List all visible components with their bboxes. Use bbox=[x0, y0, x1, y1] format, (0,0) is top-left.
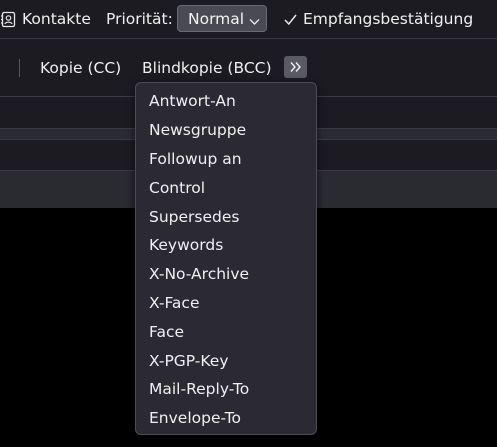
row-separator bbox=[19, 59, 20, 77]
menu-item-control[interactable]: Control bbox=[136, 173, 316, 202]
checkmark-icon bbox=[283, 12, 298, 27]
priority-label: Priorität: bbox=[106, 10, 173, 28]
add-cc-button[interactable]: Kopie (CC) bbox=[40, 57, 121, 79]
menu-item-followup-an[interactable]: Followup an bbox=[136, 145, 316, 174]
menu-item-x-pgp-key[interactable]: X-PGP-Key bbox=[136, 346, 316, 375]
menu-item-envelope-to[interactable]: Envelope-To bbox=[136, 404, 316, 433]
return-receipt-toggle[interactable]: Empfangsbestätigung bbox=[283, 0, 473, 38]
chevron-down-icon bbox=[249, 13, 260, 25]
priority-select[interactable]: Normal bbox=[177, 5, 267, 32]
menu-item-x-no-archive[interactable]: X-No-Archive bbox=[136, 260, 316, 289]
address-book-icon bbox=[0, 11, 17, 28]
menu-item-x-face[interactable]: X-Face bbox=[136, 289, 316, 318]
return-receipt-label: Empfangsbestätigung bbox=[303, 10, 474, 28]
contacts-label: Kontakte bbox=[22, 10, 91, 28]
compose-toolbar: Kontakte Priorität: Normal Empfangsbestä… bbox=[0, 0, 497, 38]
menu-item-face[interactable]: Face bbox=[136, 317, 316, 346]
add-bcc-button[interactable]: Blindkopie (BCC) bbox=[142, 57, 272, 79]
priority-value: Normal bbox=[188, 9, 245, 28]
menu-item-keywords[interactable]: Keywords bbox=[136, 231, 316, 260]
menu-item-mail-reply-to[interactable]: Mail-Reply-To bbox=[136, 375, 316, 404]
compose-window: Kontakte Priorität: Normal Empfangsbestä… bbox=[0, 0, 497, 447]
menu-item-supersedes[interactable]: Supersedes bbox=[136, 202, 316, 231]
menu-item-antwort-an[interactable]: Antwort-An bbox=[136, 87, 316, 116]
menu-item-newsgruppe[interactable]: Newsgruppe bbox=[136, 116, 316, 145]
contacts-button[interactable]: Kontakte bbox=[0, 0, 91, 38]
more-headers-button[interactable] bbox=[284, 56, 307, 78]
double-chevron-right-icon bbox=[289, 58, 302, 77]
extra-headers-menu: Antwort-An Newsgruppe Followup an Contro… bbox=[135, 82, 317, 435]
